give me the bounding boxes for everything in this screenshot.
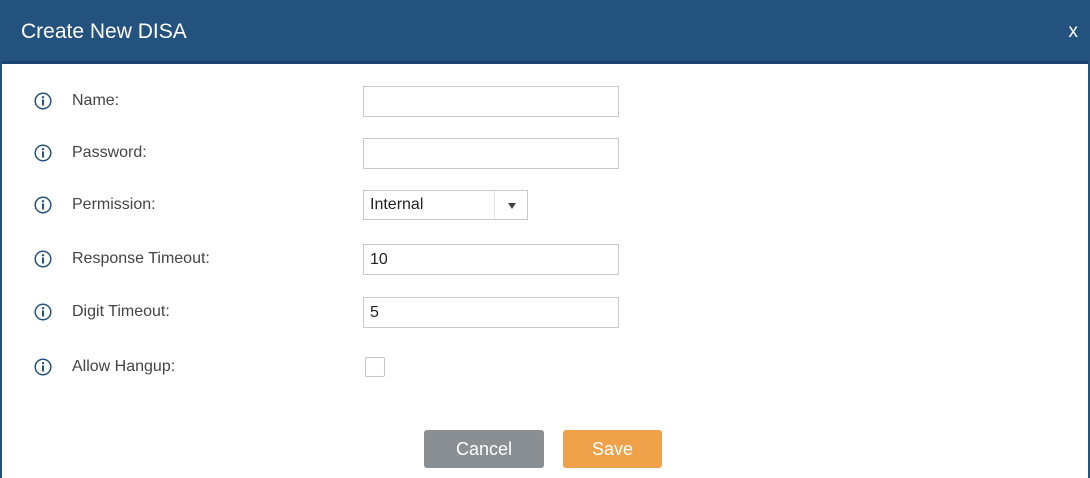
- digit-timeout-label: Digit Timeout:: [72, 303, 170, 320]
- create-disa-dialog: Create New DISA x Name: Password: Permis…: [0, 0, 1090, 478]
- info-icon[interactable]: [34, 303, 52, 321]
- cancel-button[interactable]: Cancel: [424, 430, 544, 468]
- info-icon[interactable]: [34, 250, 52, 268]
- permission-select[interactable]: Internal: [363, 190, 528, 220]
- permission-selected-value: Internal: [370, 196, 424, 213]
- permission-label: Permission:: [72, 196, 156, 213]
- response-timeout-label: Response Timeout:: [72, 250, 210, 267]
- allow-hangup-label: Allow Hangup:: [72, 358, 176, 375]
- info-icon[interactable]: [34, 144, 52, 162]
- form-row-name: Name:: [2, 86, 1088, 117]
- name-input[interactable]: [363, 86, 619, 117]
- response-timeout-input[interactable]: [363, 244, 619, 275]
- chevron-down-icon[interactable]: [508, 203, 516, 209]
- select-divider: [494, 191, 495, 219]
- password-input[interactable]: [363, 138, 619, 169]
- info-icon[interactable]: [34, 92, 52, 110]
- digit-timeout-input[interactable]: [363, 297, 619, 328]
- form-row-permission: Permission: Internal: [2, 190, 1088, 220]
- form-row-digit-timeout: Digit Timeout:: [2, 297, 1088, 328]
- save-button[interactable]: Save: [563, 430, 662, 468]
- password-label: Password:: [72, 144, 147, 161]
- info-icon[interactable]: [34, 358, 52, 376]
- info-icon[interactable]: [34, 196, 52, 214]
- dialog-title: Create New DISA: [21, 20, 187, 43]
- form-row-response-timeout: Response Timeout:: [2, 244, 1088, 275]
- dialog-titlebar: Create New DISA x: [2, 0, 1088, 64]
- close-button[interactable]: x: [1065, 20, 1083, 44]
- form-row-allow-hangup: Allow Hangup:: [2, 352, 1088, 382]
- form-row-password: Password:: [2, 138, 1088, 169]
- allow-hangup-checkbox[interactable]: [365, 357, 385, 377]
- name-label: Name:: [72, 92, 120, 109]
